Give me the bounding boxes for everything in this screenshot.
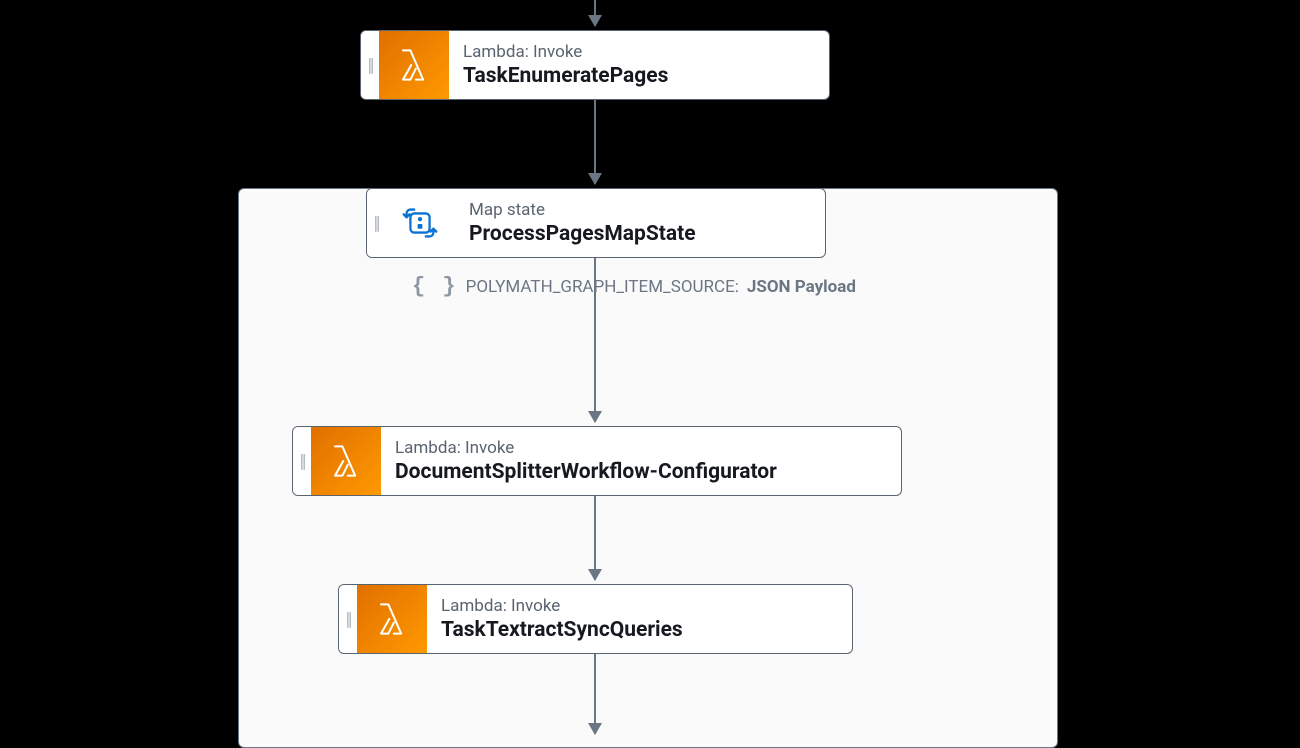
item-source-value: JSON Payload bbox=[747, 277, 856, 297]
drag-handle-icon[interactable]: || bbox=[367, 189, 385, 257]
node-title: TaskEnumeratePages bbox=[463, 64, 668, 88]
node-task-enumerate-pages[interactable]: || Lambda: Invoke TaskEnumeratePages bbox=[360, 30, 830, 100]
arrow-4 bbox=[594, 654, 596, 734]
node-task-textract-sync-queries[interactable]: || Lambda: Invoke TaskTextractSyncQuerie… bbox=[338, 584, 853, 654]
lambda-icon bbox=[379, 31, 449, 99]
drag-handle-icon[interactable]: || bbox=[293, 427, 311, 495]
workflow-canvas: || Lambda: Invoke TaskEnumeratePages || bbox=[150, 0, 1150, 731]
drag-handle-icon[interactable]: || bbox=[361, 31, 379, 99]
braces-icon: { } bbox=[412, 274, 458, 299]
node-title: TaskTextractSyncQueries bbox=[441, 618, 683, 642]
lambda-icon bbox=[357, 585, 427, 653]
arrow-incoming bbox=[594, 0, 596, 26]
node-type-label: Map state bbox=[469, 200, 696, 220]
arrow-1 bbox=[594, 100, 596, 184]
node-document-splitter-configurator[interactable]: || Lambda: Invoke DocumentSplitterWorkfl… bbox=[292, 426, 902, 496]
node-type-label: Lambda: Invoke bbox=[463, 42, 668, 62]
map-state-icon bbox=[385, 189, 455, 257]
arrow-3 bbox=[594, 496, 596, 580]
item-source-annotation: { } POLYMATH_GRAPH_ITEM_SOURCE: JSON Pay… bbox=[412, 274, 856, 299]
node-process-pages-map-state[interactable]: || Map state ProcessPagesMapState bbox=[366, 188, 826, 258]
drag-handle-icon[interactable]: || bbox=[339, 585, 357, 653]
node-title: DocumentSplitterWorkflow-Configurator bbox=[395, 460, 777, 484]
arrow-2 bbox=[594, 258, 596, 422]
node-type-label: Lambda: Invoke bbox=[441, 596, 683, 616]
node-type-label: Lambda: Invoke bbox=[395, 438, 777, 458]
lambda-icon bbox=[311, 427, 381, 495]
item-source-key: POLYMATH_GRAPH_ITEM_SOURCE: bbox=[466, 277, 739, 297]
node-title: ProcessPagesMapState bbox=[469, 222, 696, 246]
